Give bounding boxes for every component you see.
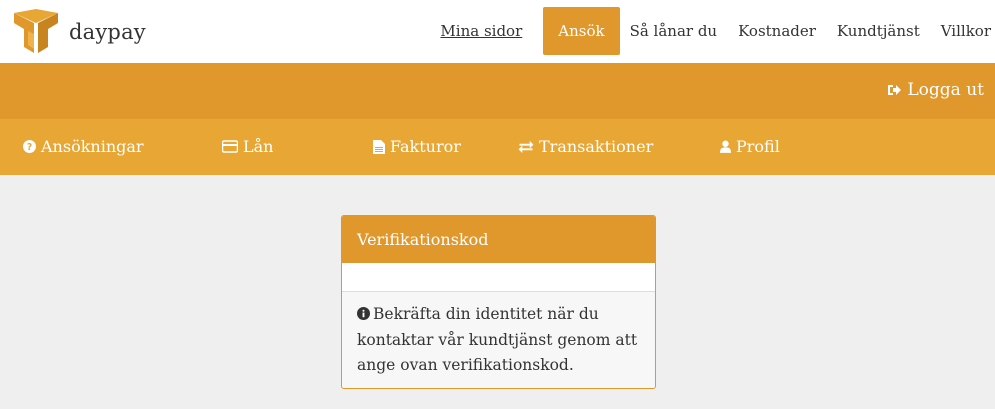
subnav-item-transaktioner[interactable]: Transaktioner (518, 137, 653, 156)
question-circle-icon: ? (23, 140, 36, 153)
verification-info-text: Bekräfta din identitet när du kontaktar … (357, 305, 638, 374)
nav-kundtjanst[interactable]: Kundtjänst (837, 7, 920, 55)
nav-ansok-button[interactable]: Ansök (543, 7, 620, 55)
sign-out-icon (888, 85, 902, 95)
subnav-label: Profil (736, 137, 780, 156)
user-icon (720, 140, 731, 153)
brand-logo[interactable]: daypay (12, 9, 146, 55)
subnav-label: Fakturor (390, 137, 461, 156)
top-header: daypay Mina sidor Ansök Så lånar du Kost… (0, 0, 995, 63)
subnav-item-lan[interactable]: Lån (222, 137, 273, 156)
account-bar: Logga ut (0, 63, 995, 119)
main-nav: Mina sidor Ansök Så lånar du Kostnader K… (440, 7, 995, 55)
daypay-logo-icon (14, 9, 58, 53)
nav-villkor[interactable]: Villkor (941, 7, 991, 55)
nav-mina-sidor[interactable]: Mina sidor (440, 7, 522, 55)
logout-button[interactable]: Logga ut (887, 80, 984, 100)
logout-label: Logga ut (907, 80, 984, 100)
credit-card-icon (222, 140, 238, 153)
svg-text:?: ? (27, 142, 32, 153)
subnav-item-ansokningar[interactable]: ? Ansökningar (23, 137, 144, 156)
exchange-icon (518, 140, 534, 153)
account-subnav: ? Ansökningar Lån Fakturor Transaktioner (0, 119, 995, 175)
nav-kostnader[interactable]: Kostnader (738, 7, 816, 55)
verification-info: Bekräfta din identitet när du kontaktar … (342, 292, 655, 388)
subnav-item-profil[interactable]: Profil (720, 137, 780, 156)
card-title: Verifikationskod (342, 216, 655, 263)
subnav-label: Transaktioner (539, 137, 654, 156)
file-text-icon (373, 139, 385, 154)
subnav-label: Ansökningar (41, 137, 144, 156)
verification-card: Verifikationskod Bekräfta din identitet … (341, 215, 656, 389)
info-circle-icon (357, 307, 370, 320)
brand-name: daypay (69, 20, 146, 44)
verification-code (342, 263, 655, 292)
nav-sa-lanar-du[interactable]: Så lånar du (630, 7, 718, 55)
subnav-item-fakturor[interactable]: Fakturor (373, 137, 461, 156)
subnav-label: Lån (243, 137, 274, 156)
